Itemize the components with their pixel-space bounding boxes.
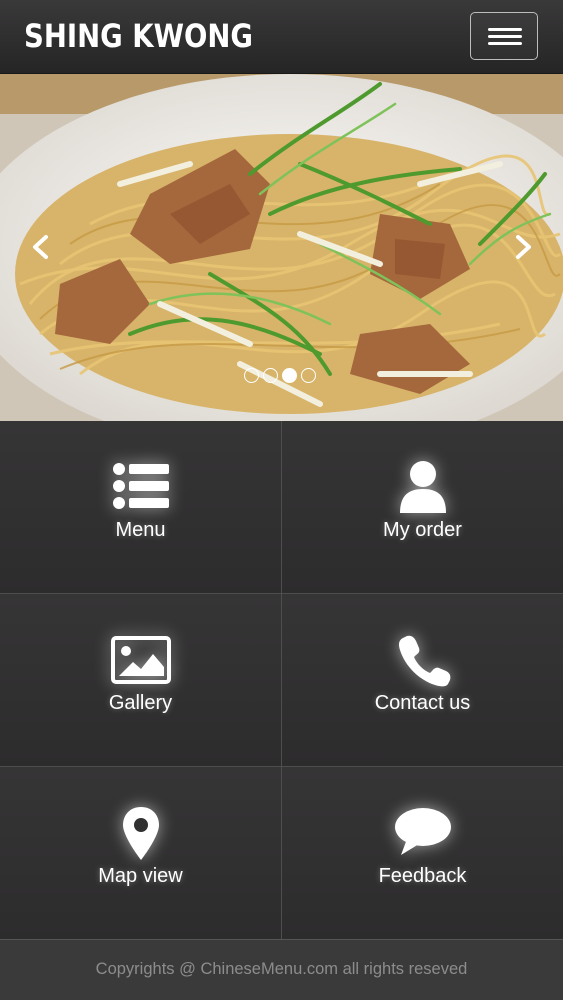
map-marker-icon xyxy=(123,807,159,860)
tile-map-view-label: Map view xyxy=(98,865,183,887)
list-icon xyxy=(113,463,169,509)
tile-menu[interactable]: Menu xyxy=(0,421,282,594)
navigation-grid: Menu My order Gallery Contact us Map vie… xyxy=(0,421,563,939)
tile-gallery[interactable]: Gallery xyxy=(0,594,282,767)
carousel-indicator-4[interactable] xyxy=(301,368,316,383)
tile-my-order[interactable]: My order xyxy=(282,421,563,594)
brand-title[interactable]: SHING KWONG xyxy=(24,14,253,58)
menu-toggle-button[interactable] xyxy=(470,12,538,60)
carousel-indicator-1[interactable] xyxy=(244,368,259,383)
tile-menu-label: Menu xyxy=(115,519,166,541)
tile-feedback[interactable]: Feedback xyxy=(282,767,563,939)
carousel-indicator-2[interactable] xyxy=(263,368,278,383)
tile-gallery-label: Gallery xyxy=(108,692,173,714)
tile-my-order-label: My order xyxy=(383,519,462,541)
chevron-left-icon[interactable] xyxy=(26,232,56,262)
hamburger-icon-line xyxy=(488,28,522,31)
copyright-text: Copyrights @ ChineseMenu.com all rights … xyxy=(95,960,468,978)
tile-contact-us[interactable]: Contact us xyxy=(282,594,563,767)
tile-map-view[interactable]: Map view xyxy=(0,767,282,939)
carousel-indicator-3[interactable] xyxy=(282,368,297,383)
hamburger-icon-line xyxy=(488,35,522,38)
user-icon xyxy=(400,461,446,513)
carousel-indicators xyxy=(244,367,320,385)
app-header: SHING KWONG xyxy=(0,0,563,74)
tile-contact-us-label: Contact us xyxy=(374,692,471,714)
image-icon xyxy=(111,636,171,684)
tile-feedback-label: Feedback xyxy=(378,865,467,887)
speech-bubble-icon xyxy=(395,808,451,855)
phone-icon xyxy=(399,635,451,687)
hamburger-icon-line xyxy=(488,42,522,45)
chevron-right-icon[interactable] xyxy=(508,232,538,262)
page-footer: Copyrights @ ChineseMenu.com all rights … xyxy=(0,939,563,1000)
image-carousel[interactable] xyxy=(0,74,563,421)
